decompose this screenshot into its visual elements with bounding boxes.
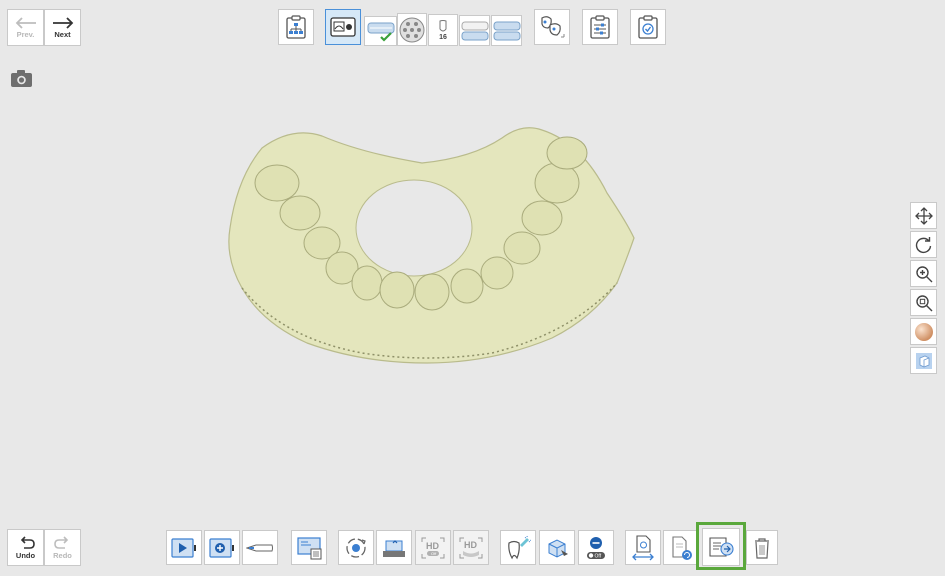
tooth-edit-button[interactable] [500,530,536,565]
tooth-compare-button[interactable] [534,9,570,45]
complete-button[interactable] [630,9,666,45]
model-base-button[interactable] [376,530,412,565]
scan-play-icon [171,537,196,558]
tooth-number-button[interactable]: 16 [428,14,458,46]
redo-label: Redo [53,550,72,560]
bite-button[interactable] [491,15,522,46]
hd-model-button[interactable]: HD [453,530,489,565]
undo-button[interactable]: Undo [7,529,44,566]
rotate-model-icon [346,537,366,558]
pan-icon [914,206,933,225]
next-button[interactable]: Next [44,9,81,46]
scan-stage-icon [330,17,356,37]
zoom-button[interactable] [910,260,937,287]
workflow-icon [286,15,306,39]
tooth-edit-icon [508,535,531,559]
arrow-left-icon [15,16,36,29]
trash-icon [755,537,769,559]
data-transfer-icon [632,534,654,560]
scanner-tip-icon [246,544,273,551]
data-transfer-button[interactable] [625,530,661,565]
hd-model-icon: HD [459,537,483,558]
file-sync-icon [672,535,692,560]
settings-button[interactable] [582,9,618,45]
remove-toggle-icon: Off [587,536,605,559]
texture-icon [914,322,933,341]
tooth-number-label: 16 [439,33,447,41]
hd-state-label: Off [431,551,437,556]
reliability-map-button[interactable] [910,347,937,374]
settings-sliders-icon [590,15,610,39]
cube-view-button[interactable] [539,530,575,565]
scan-play-button[interactable] [166,530,202,565]
scan-stage-button[interactable] [325,9,361,45]
rotate-button[interactable] [910,231,937,258]
mode-off-label: Off [595,553,602,559]
prev-button[interactable]: Prev. [7,9,44,46]
redo-button[interactable]: Redo [44,529,81,566]
arrow-right-icon [52,16,73,29]
hd-model-label: HD [464,540,477,550]
next-label: Next [54,29,71,39]
rotate-icon [915,236,931,253]
scan-3d-model[interactable] [222,118,637,373]
zoom-fit-button[interactable] [910,289,937,316]
pan-button[interactable] [910,202,937,229]
hd-button[interactable]: HD Off [415,530,451,565]
scan-add-button[interactable] [204,530,240,565]
model-base-icon [383,539,405,557]
arch-select-button[interactable] [364,16,397,46]
screenshot-camera-icon[interactable] [11,70,32,92]
texture-button[interactable] [910,318,937,345]
tooth-compare-icon [541,16,565,38]
highlight-frame [696,522,746,570]
hd-label: HD [426,541,439,551]
scan-list-icon [297,536,322,559]
tooth-number-icon [439,19,447,31]
redo-icon [53,535,68,549]
zoom-icon [915,265,932,282]
workflow-button[interactable] [278,9,314,45]
scan-list-button[interactable] [291,530,327,565]
undo-label: Undo [15,550,36,560]
bite-icon [493,21,520,40]
mode-off-button[interactable]: Off [578,530,614,565]
undo-icon [20,535,35,549]
scan-add-icon [209,537,234,558]
file-sync-button[interactable] [663,530,699,565]
zoom-fit-icon [915,294,932,311]
tooth-grid-button[interactable] [397,13,427,46]
occlusion-button[interactable] [459,15,490,46]
hd-off-icon: HD Off [421,537,445,558]
clipboard-check-icon [638,15,658,39]
prev-label: Prev. [16,29,35,39]
cube-view-icon [548,538,568,558]
arch-select-icon [367,22,394,42]
delete-button[interactable] [746,530,778,565]
tooth-grid-icon [399,17,425,42]
rotate-model-button[interactable] [338,530,374,565]
reliability-map-icon [915,352,932,369]
occlusion-icon [461,21,488,40]
scanner-tip-button[interactable] [242,530,278,565]
